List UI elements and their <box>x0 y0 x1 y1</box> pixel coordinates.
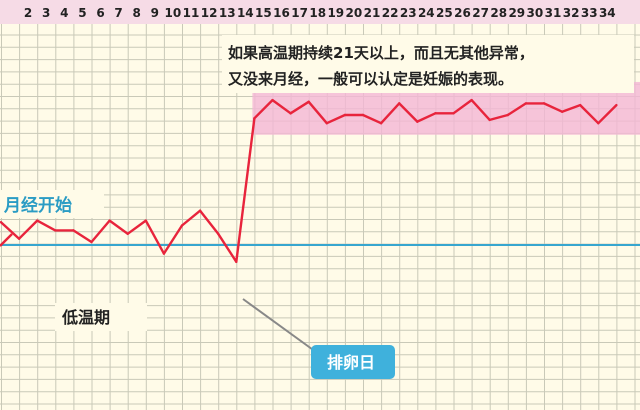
day-label-17: 17 <box>291 6 308 20</box>
day-label-29: 29 <box>508 6 525 20</box>
day-label-4: 4 <box>60 6 68 20</box>
day-label-12: 12 <box>201 6 218 20</box>
day-label-15: 15 <box>255 6 272 20</box>
day-label-31: 31 <box>545 6 562 20</box>
low-phase-label: 低温期 <box>61 308 110 327</box>
day-label-28: 28 <box>490 6 507 20</box>
day-label-25: 25 <box>436 6 453 20</box>
day-label-3: 3 <box>42 6 50 20</box>
note-line-1: 如果高温期持续21天以上，而且无其他异常， <box>228 44 534 62</box>
day-label-20: 20 <box>346 6 363 20</box>
day-label-11: 11 <box>183 6 200 20</box>
bbt-chart-svg: 2 3 4 5 6 7 8 9 10 11 12 13 14 15 16 17 18 19 20 21 22 23 24 25… <box>0 0 640 410</box>
day-label-19: 19 <box>327 6 344 20</box>
day-label-5: 5 <box>78 6 86 20</box>
day-label-26: 26 <box>454 6 471 20</box>
ovulation-label: 排卵日 <box>327 353 375 372</box>
day-label-24: 24 <box>418 6 435 20</box>
day-label-22: 22 <box>382 6 399 20</box>
note-line-2: 又没来月经，一般可以认定是妊娠的表现。 <box>228 70 513 88</box>
day-label-9: 9 <box>151 6 159 20</box>
bbt-chart: 2 3 4 5 6 7 8 9 10 11 12 13 14 15 16 17 18 19 20 21 22 23 24 25… <box>0 0 640 410</box>
day-label-32: 32 <box>563 6 580 20</box>
day-label-2: 2 <box>24 6 32 20</box>
day-label-14: 14 <box>237 6 254 20</box>
day-label-7: 7 <box>114 6 122 20</box>
day-label-21: 21 <box>364 6 381 20</box>
baseline-label: 月经开始 <box>3 195 72 216</box>
day-label-16: 16 <box>273 6 290 20</box>
day-label-34: 34 <box>599 6 616 20</box>
day-label-23: 23 <box>400 6 417 20</box>
day-label-27: 27 <box>472 6 489 20</box>
day-label-18: 18 <box>309 6 326 20</box>
day-label-33: 33 <box>581 6 598 20</box>
day-label-10: 10 <box>165 6 182 20</box>
day-label-30: 30 <box>527 6 544 20</box>
day-label-6: 6 <box>96 6 104 20</box>
day-label-8: 8 <box>133 6 141 20</box>
day-label-13: 13 <box>219 6 236 20</box>
